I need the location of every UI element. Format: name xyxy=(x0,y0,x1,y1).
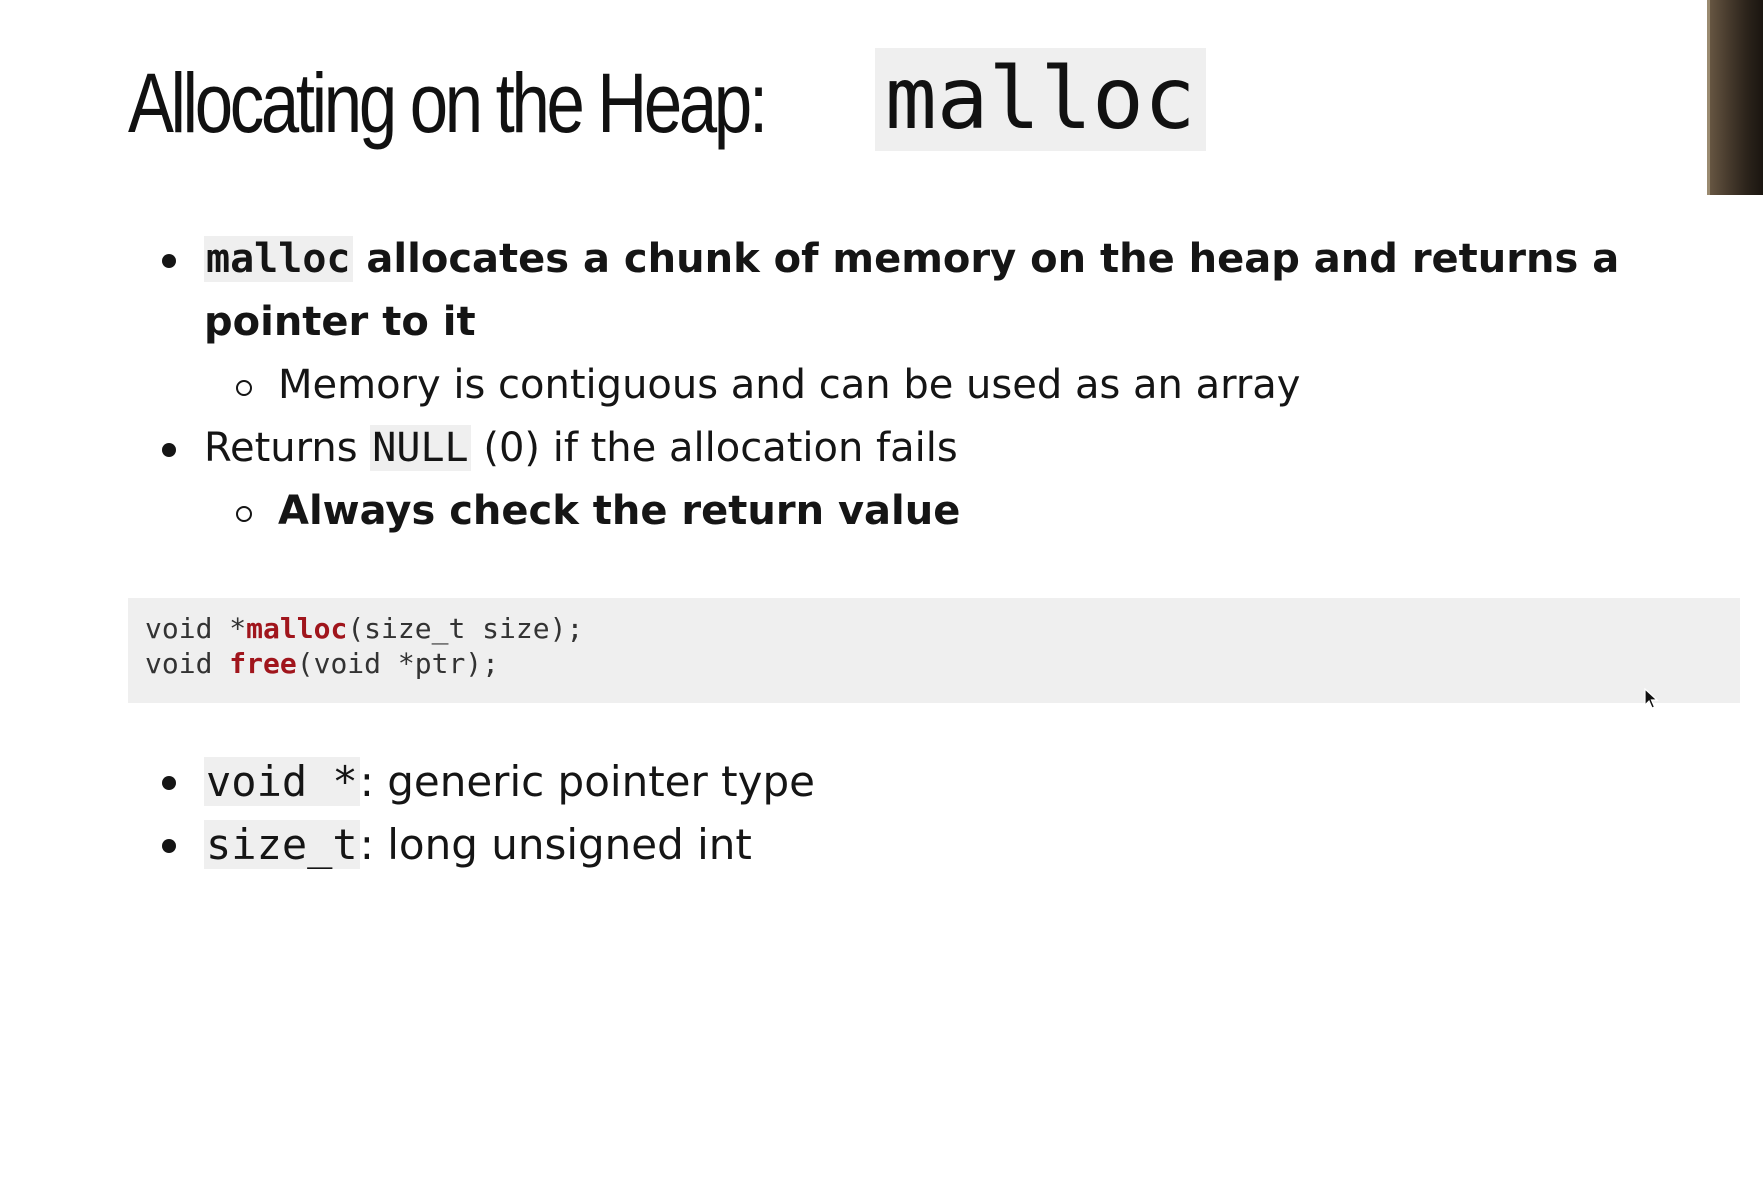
title-text: Allocating on the Heap: xyxy=(128,55,768,150)
bullet-malloc: malloc allocates a chunk of memory on th… xyxy=(160,228,1750,354)
title-code: malloc xyxy=(875,48,1206,151)
bullet-null-return: Returns NULL (0) if the allocation fails xyxy=(160,417,1750,480)
inline-code-size-t: size_t xyxy=(204,820,360,869)
sub-bullet-ring-icon xyxy=(236,380,252,396)
bullet-text: : long unsigned int xyxy=(359,820,752,869)
code-fn-free: free xyxy=(229,647,297,680)
sub-bullet-ring-icon xyxy=(236,506,252,522)
bullet-prefix: Returns xyxy=(204,425,371,471)
webcam-frame-edge xyxy=(1707,0,1710,195)
sub-bullet-text: Memory is contiguous and can be used as … xyxy=(278,362,1301,408)
slide-title: Allocating on the Heap: malloc xyxy=(128,48,1206,158)
presenter-webcam-thumbnail xyxy=(1707,0,1763,195)
sub-bullet-check-return: Always check the return value xyxy=(160,480,1750,543)
mouse-pointer-icon xyxy=(1644,688,1659,709)
bullet-size-t: size_t: long unsigned int xyxy=(160,813,1660,876)
bullet-dot-icon xyxy=(162,254,176,268)
inline-code-malloc: malloc xyxy=(204,236,353,282)
code-line1-post: (size_t size); xyxy=(347,612,584,645)
sub-bullet-contiguous: Memory is contiguous and can be used as … xyxy=(160,354,1750,417)
bullet-dot-icon xyxy=(162,776,176,790)
type-bullet-list: void *: generic pointer type size_t: lon… xyxy=(160,750,1660,876)
bullet-list: malloc allocates a chunk of memory on th… xyxy=(160,228,1750,543)
slide: Allocating on the Heap: malloc malloc al… xyxy=(0,0,1763,1197)
bullet-text: (0) if the allocation fails xyxy=(470,425,958,471)
sub-bullet-text: Always check the return value xyxy=(278,488,961,534)
inline-code-void-ptr: void * xyxy=(204,757,360,806)
code-line1-pre: void * xyxy=(145,612,247,645)
bullet-text: allocates a chunk of memory on the heap … xyxy=(204,236,1620,345)
code-line2-post: (void *ptr); xyxy=(296,647,500,680)
code-listing: void *malloc(size_t size); void free(voi… xyxy=(145,611,583,681)
code-block: void *malloc(size_t size); void free(voi… xyxy=(128,598,1740,703)
bullet-void-pointer: void *: generic pointer type xyxy=(160,750,1660,813)
bullet-dot-icon xyxy=(162,839,176,853)
code-line2-pre: void xyxy=(145,647,230,680)
bullet-dot-icon xyxy=(162,443,176,457)
code-fn-malloc: malloc xyxy=(246,612,348,645)
inline-code-null: NULL xyxy=(370,425,471,471)
bullet-text: : generic pointer type xyxy=(359,757,815,806)
